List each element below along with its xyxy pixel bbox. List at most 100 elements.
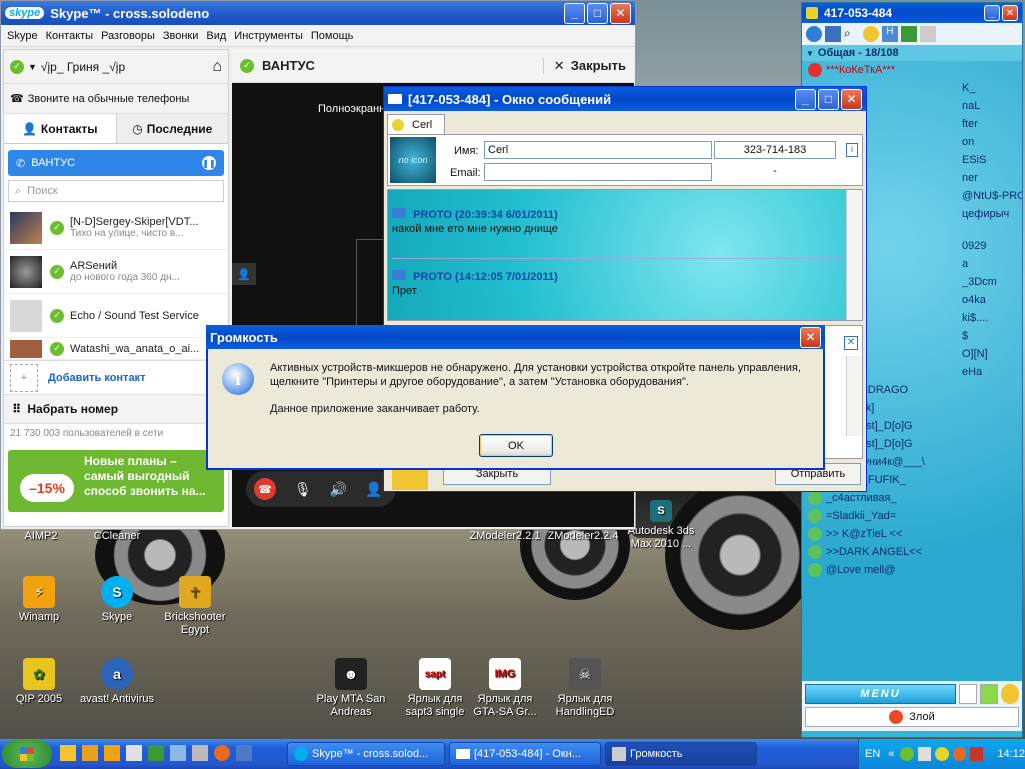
hangup-button[interactable]: ☎ bbox=[254, 478, 276, 500]
add-contact-button[interactable]: + Добавить контакт bbox=[4, 360, 228, 394]
qip-contact[interactable]: =Sladkii_Yad= bbox=[802, 507, 1022, 525]
avast-icon[interactable] bbox=[952, 747, 967, 761]
skype-title-bar[interactable]: skype Skype™ - cross.solodeno _ □ ✕ bbox=[1, 1, 635, 25]
qip-status-button[interactable]: Злой bbox=[805, 707, 1019, 727]
desktop-icon-mta[interactable]: ☻ Play MTA San Andreas bbox=[312, 658, 390, 719]
monitor-icon[interactable] bbox=[236, 745, 252, 761]
call-phones-link[interactable]: ☎ Звоните на обычные телефоны bbox=[4, 84, 228, 114]
qip-contact[interactable]: ***КоКеТкА*** bbox=[802, 61, 1022, 79]
qip-contact[interactable]: >> K@zTieL << bbox=[802, 525, 1022, 543]
qip-title-bar[interactable]: 417-053-484 _ ✕ bbox=[802, 3, 1022, 23]
flower-icon[interactable] bbox=[935, 747, 949, 761]
app-icon[interactable] bbox=[126, 745, 142, 761]
status-dropdown-icon[interactable]: ▼ bbox=[28, 62, 37, 72]
menu-calls[interactable]: Звонки bbox=[163, 30, 199, 42]
tab-contacts[interactable]: 👤 Контакты bbox=[4, 114, 117, 143]
search-box[interactable]: ⌕ Поиск bbox=[8, 180, 224, 202]
sound-icon[interactable] bbox=[959, 684, 977, 704]
add-person-icon[interactable]: 👤 bbox=[365, 481, 382, 498]
profile-bar[interactable]: ✓ ▼ √įp_ Гриня _√įp ⌂ bbox=[4, 50, 228, 84]
tools-icon[interactable] bbox=[82, 745, 98, 761]
menu-help[interactable]: Помощь bbox=[311, 30, 354, 42]
sound-icon[interactable] bbox=[192, 745, 208, 761]
tab-recent[interactable]: ◷ Последние bbox=[116, 114, 228, 143]
desktop-icon-avast[interactable]: a avast! Antivirus bbox=[78, 658, 156, 706]
pause-icon[interactable]: ❚❚ bbox=[202, 156, 216, 170]
desktop-icon-ccleaner[interactable]: CCleaner bbox=[78, 530, 156, 543]
start-button[interactable] bbox=[2, 740, 52, 768]
maximize-button[interactable]: □ bbox=[587, 2, 608, 24]
contact-item[interactable]: ✓ ARSений до нового года 360 дн... bbox=[4, 250, 228, 294]
qip-contact[interactable]: @Love mell@ bbox=[802, 561, 1022, 579]
mute-microphone-icon[interactable]: 🎙 bbox=[294, 481, 312, 498]
taskbar-volume[interactable]: Громкость bbox=[605, 742, 757, 766]
chat-tab[interactable]: Cerl bbox=[387, 114, 445, 134]
desktop-icon-handlinged[interactable]: ☠ Ярлык для HandlingED bbox=[546, 658, 624, 719]
contact-item[interactable]: ✓ [N-D]Sergey-Skiper[VDT... Тихо на улиц… bbox=[4, 206, 228, 250]
desktop-icon-skype[interactable]: S Skype bbox=[78, 576, 156, 624]
contact-item[interactable]: ✓ Watashi_wa_anata_o_ai... bbox=[4, 338, 228, 360]
desktop-icon-brickshooter[interactable]: ☥ Brickshooter Egypt bbox=[156, 576, 234, 637]
language-indicator[interactable]: EN bbox=[865, 748, 880, 760]
fullscreen-label[interactable]: Полноэкранн bbox=[318, 103, 385, 115]
smile-icon[interactable] bbox=[863, 26, 879, 42]
globe-icon[interactable] bbox=[806, 26, 822, 42]
desktop-icon-zmodeler224[interactable]: ZModeler2.2.4 bbox=[544, 530, 622, 543]
desktop-icon-sapt3[interactable]: sapt Ярлык для sapt3 single bbox=[396, 658, 474, 719]
menu-tools[interactable]: Инструменты bbox=[234, 30, 303, 42]
desktop-icon-qip[interactable]: ✿ QIP 2005 bbox=[0, 658, 78, 706]
minimize-button[interactable]: _ bbox=[984, 5, 1000, 21]
promo-banner[interactable]: –15% Новые планы – самый выгодный способ… bbox=[8, 450, 224, 512]
menu-contacts[interactable]: Контакты bbox=[46, 30, 94, 42]
smile-icon[interactable] bbox=[1001, 684, 1019, 704]
chat-scrollbar[interactable] bbox=[846, 190, 862, 320]
minimize-button[interactable]: _ bbox=[564, 2, 585, 24]
taskbar-skype[interactable]: Skype™ - cross.solod... bbox=[287, 742, 445, 766]
ok-button[interactable]: OK bbox=[479, 434, 553, 457]
qip-contact[interactable]: >>DARK ANGEL<< bbox=[802, 543, 1022, 561]
search-icon[interactable]: ⌕ bbox=[844, 26, 860, 42]
network-icon[interactable] bbox=[917, 747, 932, 761]
menu-view[interactable]: Вид bbox=[206, 30, 226, 42]
close-button[interactable]: ✕ bbox=[610, 2, 631, 24]
message-window-title-bar[interactable]: [417-053-484] - Окно сообщений _ □ ✕ bbox=[384, 87, 866, 111]
side-contact-toggle[interactable]: 👤 bbox=[232, 263, 256, 285]
volume-dialog-title-bar[interactable]: Громкость ✕ bbox=[206, 325, 825, 349]
close-button[interactable]: ✕ bbox=[841, 88, 862, 110]
maximize-button[interactable]: □ bbox=[818, 88, 839, 110]
menu-skype[interactable]: Skype bbox=[7, 30, 38, 42]
dial-number-button[interactable]: ⠿ Набрать номер bbox=[4, 394, 228, 424]
desktop-icon-zmodeler221[interactable]: ZModeler2.2.1 bbox=[466, 530, 544, 543]
notes-icon[interactable] bbox=[920, 26, 936, 42]
firefox-icon[interactable] bbox=[214, 745, 230, 761]
close-button[interactable]: ✕ bbox=[1002, 5, 1018, 21]
expand-tray-icon[interactable]: « bbox=[888, 748, 894, 760]
desktop-icon-winamp[interactable]: ⚡ Winamp bbox=[0, 576, 78, 624]
close-call-button[interactable]: ✕ Закрыть bbox=[542, 57, 626, 74]
desktop-icon-aimp2[interactable]: AIMP2 bbox=[2, 530, 80, 543]
calendar-icon[interactable] bbox=[148, 745, 164, 761]
name-field[interactable]: Cerl bbox=[484, 141, 712, 159]
email-field[interactable] bbox=[484, 163, 712, 181]
home-icon[interactable]: ⌂ bbox=[212, 58, 222, 76]
window-icon[interactable] bbox=[170, 745, 186, 761]
info-icon[interactable]: i bbox=[846, 143, 858, 157]
skype-tray-icon[interactable] bbox=[900, 747, 914, 761]
qip-group-header[interactable]: ▼ Общая - 18/108 bbox=[802, 45, 1022, 61]
menu-conversations[interactable]: Разговоры bbox=[101, 30, 155, 42]
contacts-icon[interactable] bbox=[825, 26, 841, 42]
taskbar-message-window[interactable]: [417-053-484] - Окн... bbox=[449, 742, 601, 766]
help-icon[interactable]: H bbox=[882, 26, 898, 42]
close-button[interactable]: ✕ bbox=[800, 326, 821, 348]
winamp-icon[interactable] bbox=[104, 745, 120, 761]
security-icon[interactable] bbox=[970, 747, 984, 761]
uin-field[interactable]: 323-714-183 bbox=[714, 141, 836, 159]
minimize-button[interactable]: _ bbox=[795, 88, 816, 110]
close-icon[interactable]: ✕ bbox=[844, 336, 858, 350]
contact-item[interactable]: ✓ Echo / Sound Test Service bbox=[4, 294, 228, 338]
qip-menu-button[interactable]: MENU bbox=[805, 684, 956, 704]
history-icon[interactable] bbox=[901, 26, 917, 42]
speaker-icon[interactable]: 🔊 bbox=[330, 481, 347, 498]
check-icon[interactable] bbox=[980, 684, 998, 704]
desktop-icon-gta-img[interactable]: IMG Ярлык для GTA-SA Gr... bbox=[466, 658, 544, 719]
